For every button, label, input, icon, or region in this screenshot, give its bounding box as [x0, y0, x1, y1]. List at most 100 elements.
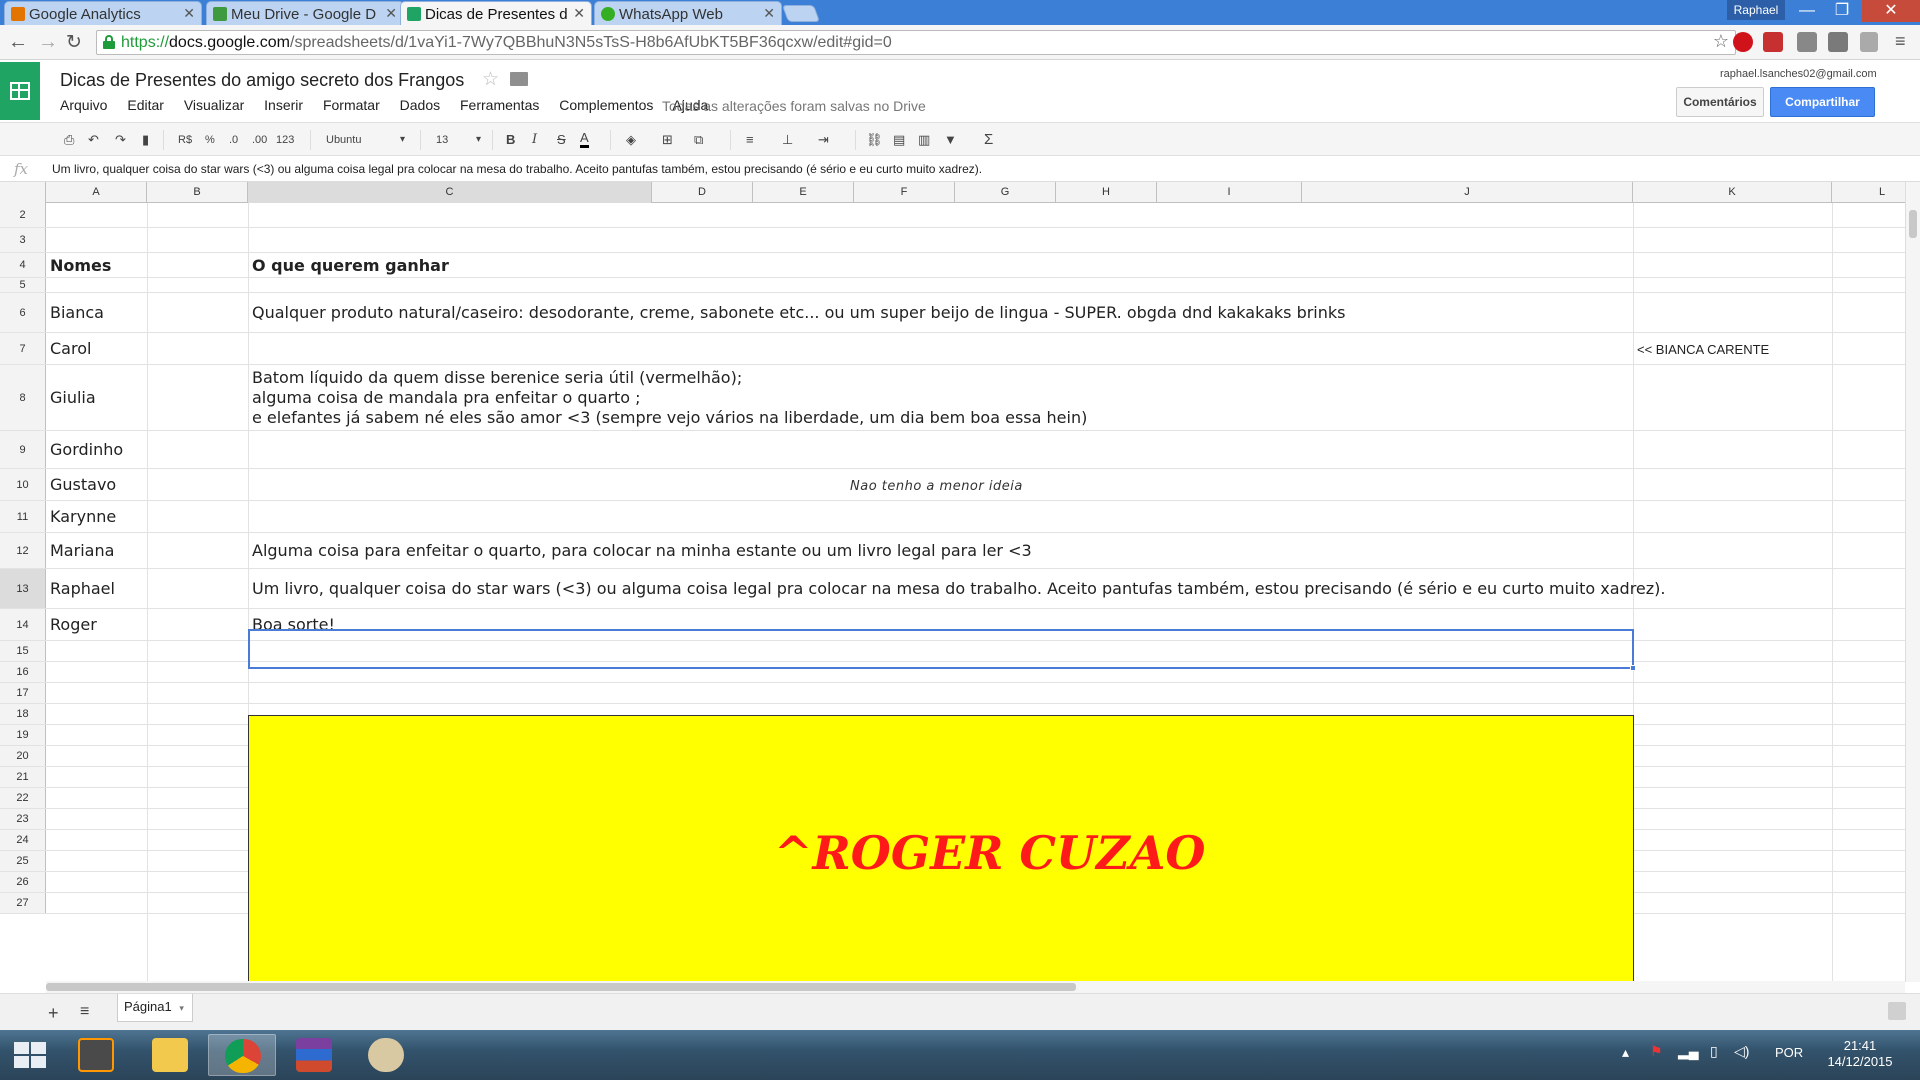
name-cell[interactable] — [46, 704, 147, 724]
menu-inserir[interactable]: Inserir — [264, 97, 303, 113]
row-header[interactable]: 21 — [0, 767, 46, 787]
vertical-scroll-thumb[interactable] — [1909, 210, 1917, 238]
row-header[interactable]: 22 — [0, 788, 46, 808]
cast-icon[interactable] — [1860, 32, 1878, 52]
borders-icon[interactable]: ⊞ — [662, 131, 673, 149]
row-header[interactable]: 16 — [0, 662, 46, 682]
row-header[interactable]: 9 — [0, 431, 46, 468]
system-clock[interactable]: 21:41 14/12/2015 — [1820, 1038, 1900, 1070]
currency-button[interactable]: R$ — [178, 131, 192, 149]
name-cell[interactable] — [46, 662, 147, 682]
add-sheet-icon[interactable]: + — [48, 1003, 59, 1024]
folder-icon[interactable] — [510, 72, 528, 86]
row-header[interactable]: 6 — [0, 293, 46, 332]
select-all-corner[interactable] — [0, 182, 46, 203]
percent-button[interactable]: % — [205, 131, 215, 149]
wish-cell[interactable]: Um livro, qualquer coisa do star wars (<… — [248, 569, 1666, 608]
row-header[interactable]: 18 — [0, 704, 46, 724]
insert-chart-icon[interactable]: ▥ — [918, 131, 930, 149]
wish-cell[interactable] — [248, 431, 1634, 468]
wish-cell[interactable] — [248, 228, 1634, 252]
row-header[interactable]: 14 — [0, 609, 46, 640]
name-cell[interactable]: Raphael — [46, 569, 147, 608]
fill-handle[interactable] — [1630, 665, 1636, 671]
wish-cell[interactable]: Alguma coisa para enfeitar o quarto, par… — [248, 533, 1634, 568]
taskbar-winrar[interactable] — [280, 1034, 348, 1076]
bookmark-star-icon[interactable]: ☆ — [1713, 31, 1729, 52]
horizontal-scroll-thumb[interactable] — [46, 983, 1076, 991]
print-icon[interactable]: ⎙ — [64, 131, 74, 149]
column-header-a[interactable]: A — [46, 182, 147, 203]
star-icon[interactable]: ☆ — [482, 68, 499, 91]
name-cell[interactable]: Giulia — [46, 365, 147, 430]
spreadsheet-grid[interactable]: A B C D E F G H I J K L 2 3 4 Nomes O que qu… — [0, 182, 1905, 982]
tab-dicas-de-presentes[interactable]: Dicas de Presentes d ✕ — [400, 1, 592, 25]
horizontal-scrollbar[interactable] — [46, 981, 1905, 993]
volume-icon[interactable]: ◁) — [1734, 1043, 1749, 1060]
taskbar-sublime-text[interactable] — [62, 1034, 130, 1076]
address-bar[interactable]: https://docs.google.com/spreadsheets/d/1… — [96, 30, 1736, 55]
functions-button[interactable]: Σ — [984, 131, 993, 149]
name-cell[interactable] — [46, 278, 147, 292]
text-color-button[interactable]: A — [580, 131, 589, 148]
row-header[interactable]: 3 — [0, 228, 46, 252]
name-cell[interactable] — [46, 641, 147, 661]
increase-decimal-button[interactable]: .00 — [252, 131, 267, 149]
vertical-scrollbar[interactable] — [1905, 182, 1920, 982]
minimize-button[interactable]: — — [1787, 0, 1827, 22]
fill-color-icon[interactable]: ◈ — [626, 131, 636, 149]
horizontal-align-icon[interactable]: ≡ — [746, 131, 754, 149]
name-cell[interactable]: Gordinho — [46, 431, 147, 468]
name-cell[interactable]: Carol — [46, 333, 147, 364]
wish-cell[interactable] — [248, 203, 1634, 227]
menu-complementos[interactable]: Complementos — [559, 97, 653, 113]
name-cell[interactable] — [46, 725, 147, 745]
menu-formatar[interactable]: Formatar — [323, 97, 380, 113]
strikethrough-button[interactable]: S — [557, 131, 566, 149]
close-icon[interactable]: ✕ — [385, 5, 397, 22]
menu-dados[interactable]: Dados — [400, 97, 440, 113]
vertical-align-icon[interactable]: ⊥ — [782, 131, 793, 149]
row-header[interactable]: 24 — [0, 830, 46, 850]
insert-link-icon[interactable]: ⛓ — [866, 131, 883, 149]
show-hidden-icons-icon[interactable]: ▴ — [1622, 1044, 1629, 1061]
column-header-k[interactable]: K — [1633, 182, 1832, 203]
wish-cell[interactable]: Batom líquido da quem disse berenice ser… — [248, 365, 1634, 430]
column-header-e[interactable]: E — [753, 182, 854, 203]
menu-icon[interactable]: ≡ — [1895, 31, 1906, 52]
row-header[interactable]: 26 — [0, 872, 46, 892]
browser-user-badge[interactable]: Raphael — [1727, 0, 1785, 20]
new-extension-icon[interactable] — [1763, 32, 1783, 52]
tab-google-analytics[interactable]: Google Analytics ✕ — [4, 1, 202, 25]
column-header-f[interactable]: F — [854, 182, 955, 203]
sheet-tab-pagina1[interactable]: Página1 ▾ — [117, 994, 193, 1022]
row-header[interactable]: 2 — [0, 203, 46, 227]
menu-editar[interactable]: Editar — [127, 97, 164, 113]
name-cell[interactable]: Roger — [46, 609, 147, 640]
taskbar-file-explorer[interactable] — [136, 1034, 204, 1076]
chevron-down-icon[interactable]: ▾ — [476, 131, 481, 149]
column-header-h[interactable]: H — [1056, 182, 1157, 203]
name-cell[interactable]: Nomes — [46, 253, 147, 277]
name-cell[interactable] — [46, 767, 147, 787]
column-header-l[interactable]: L — [1832, 182, 1905, 203]
user-email[interactable]: raphael.lsanches02@gmail.com — [1720, 68, 1877, 80]
row-header[interactable]: 5 — [0, 278, 46, 292]
formula-input[interactable]: Um livro, qualquer coisa do star wars (<… — [52, 162, 982, 176]
row-header[interactable]: 11 — [0, 501, 46, 532]
row-header[interactable]: 13 — [0, 569, 46, 608]
reload-icon[interactable]: ↻ — [66, 31, 82, 54]
close-icon[interactable]: ✕ — [763, 5, 775, 22]
wish-cell[interactable] — [248, 278, 1634, 292]
document-title[interactable]: Dicas de Presentes do amigo secreto dos … — [60, 70, 464, 91]
eyedropper-extension-icon[interactable] — [1797, 32, 1817, 52]
merge-cells-icon[interactable]: ⧉ — [694, 131, 703, 149]
bianca-side-note[interactable]: << BIANCA CARENTE — [1637, 342, 1769, 357]
wish-cell[interactable] — [248, 683, 1634, 703]
close-icon[interactable]: ✕ — [183, 5, 195, 22]
name-cell[interactable] — [46, 746, 147, 766]
wish-cell[interactable] — [248, 333, 1634, 364]
taskbar-chrome[interactable] — [208, 1034, 276, 1076]
name-cell[interactable] — [46, 788, 147, 808]
close-icon[interactable]: ✕ — [573, 5, 585, 22]
